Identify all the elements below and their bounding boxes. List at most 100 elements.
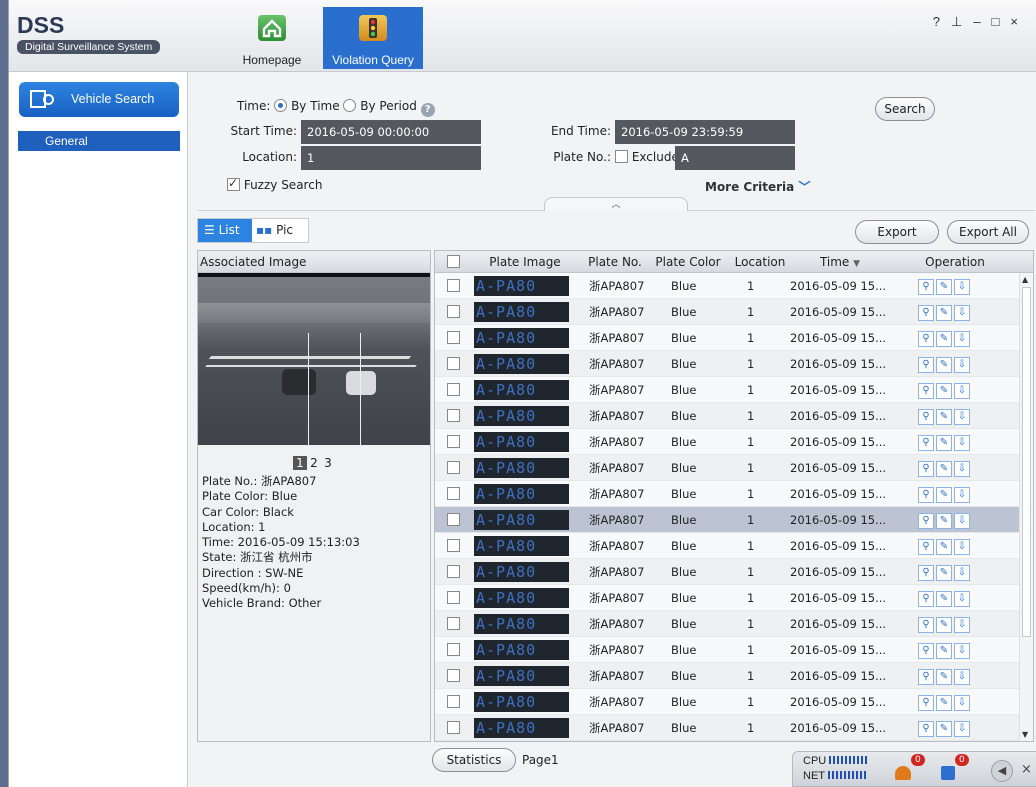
table-row[interactable]: A-PA80 浙APA807 Blue 1 2016-05-09 15... ⚲ ✎ ⇩ — [435, 689, 1019, 715]
export-button[interactable]: Export — [855, 220, 939, 244]
view-icon[interactable]: ⚲ — [918, 409, 934, 425]
edit-icon[interactable]: ✎ — [936, 669, 952, 685]
table-row[interactable]: A-PA80 浙APA807 Blue 1 2016-05-09 15... ⚲ ✎ ⇩ — [435, 377, 1019, 403]
maximize-button[interactable]: □ — [992, 14, 1011, 29]
download-icon[interactable]: ⇩ — [954, 695, 970, 711]
view-icon[interactable]: ⚲ — [918, 461, 934, 477]
row-checkbox[interactable] — [447, 539, 460, 552]
image-page-3[interactable]: 3 — [321, 456, 335, 470]
edit-icon[interactable]: ✎ — [936, 305, 952, 321]
tab-violation-query[interactable]: Violation Query — [323, 7, 423, 69]
edit-icon[interactable]: ✎ — [936, 461, 952, 477]
view-icon[interactable]: ⚲ — [918, 721, 934, 737]
download-icon[interactable]: ⇩ — [954, 331, 970, 347]
table-row[interactable]: A-PA80 浙APA807 Blue 1 2016-05-09 15... ⚲ ✎ ⇩ — [435, 273, 1019, 299]
view-icon[interactable]: ⚲ — [918, 383, 934, 399]
more-criteria-link[interactable]: More Criteria ﹀ — [705, 178, 810, 195]
download-icon[interactable]: ⇩ — [954, 617, 970, 633]
download-icon[interactable]: ⇩ — [954, 279, 970, 295]
alarm-icon[interactable] — [895, 766, 911, 780]
download-icon[interactable]: ⇩ — [954, 565, 970, 581]
table-row[interactable]: A-PA80 浙APA807 Blue 1 2016-05-09 15... ⚲ ✎ ⇩ — [435, 429, 1019, 455]
row-checkbox[interactable] — [447, 383, 460, 396]
row-checkbox[interactable] — [447, 513, 460, 526]
scroll-thumb[interactable] — [1022, 287, 1031, 637]
scroll-up-icon[interactable]: ▲ — [1022, 275, 1028, 284]
row-checkbox[interactable] — [447, 669, 460, 682]
download-icon[interactable]: ⇩ — [954, 643, 970, 659]
view-icon[interactable]: ⚲ — [918, 487, 934, 503]
fuzzy-search-checkbox[interactable] — [227, 176, 240, 191]
edit-icon[interactable]: ✎ — [936, 357, 952, 373]
row-checkbox[interactable] — [447, 409, 460, 422]
edit-icon[interactable]: ✎ — [936, 487, 952, 503]
download-icon[interactable]: ⇩ — [954, 409, 970, 425]
download-icon[interactable]: ⇩ — [954, 305, 970, 321]
image-page-1[interactable]: 1 — [293, 456, 307, 470]
statistics-button[interactable]: Statistics — [432, 748, 516, 772]
row-checkbox[interactable] — [447, 643, 460, 656]
col-plate-image[interactable]: Plate Image — [485, 251, 565, 273]
download-icon[interactable]: ⇩ — [954, 539, 970, 555]
row-checkbox[interactable] — [447, 591, 460, 604]
edit-icon[interactable]: ✎ — [936, 695, 952, 711]
view-icon[interactable]: ⚲ — [918, 435, 934, 451]
view-icon[interactable]: ⚲ — [918, 331, 934, 347]
view-icon[interactable]: ⚲ — [918, 565, 934, 581]
scroll-down-icon[interactable]: ▼ — [1022, 730, 1028, 739]
plate-input[interactable]: A — [675, 146, 795, 170]
download-icon[interactable]: ⇩ — [954, 357, 970, 373]
row-checkbox[interactable] — [447, 617, 460, 630]
table-row[interactable]: A-PA80 浙APA807 Blue 1 2016-05-09 15... ⚲ ✎ ⇩ — [435, 325, 1019, 351]
table-row[interactable]: A-PA80 浙APA807 Blue 1 2016-05-09 15... ⚲ ✎ ⇩ — [435, 481, 1019, 507]
row-checkbox[interactable] — [447, 565, 460, 578]
vehicle-search-button[interactable]: Vehicle Search — [19, 82, 179, 117]
table-row[interactable]: A-PA80 浙APA807 Blue 1 2016-05-09 15... ⚲ ✎ ⇩ — [435, 299, 1019, 325]
download-icon[interactable]: ⇩ — [954, 513, 970, 529]
table-row[interactable]: A-PA80 浙APA807 Blue 1 2016-05-09 15... ⚲ ✎ ⇩ — [435, 507, 1019, 533]
view-icon[interactable]: ⚲ — [918, 305, 934, 321]
download-icon[interactable]: ⇩ — [954, 383, 970, 399]
col-location[interactable]: Location — [729, 251, 791, 273]
export-all-button[interactable]: Export All — [947, 220, 1029, 244]
table-row[interactable]: A-PA80 浙APA807 Blue 1 2016-05-09 15... ⚲ ✎ ⇩ — [435, 611, 1019, 637]
close-bar-icon[interactable]: × — [1021, 762, 1032, 777]
edit-icon[interactable]: ✎ — [936, 539, 952, 555]
edit-icon[interactable]: ✎ — [936, 331, 952, 347]
row-checkbox[interactable] — [447, 721, 460, 734]
table-row[interactable]: A-PA80 浙APA807 Blue 1 2016-05-09 15... ⚲ ✎ ⇩ — [435, 637, 1019, 663]
view-icon[interactable]: ⚲ — [918, 591, 934, 607]
pic-view-button[interactable]: ▪▪ Pic — [256, 219, 293, 242]
edit-icon[interactable]: ✎ — [936, 435, 952, 451]
camera-snapshot[interactable] — [198, 273, 430, 445]
edit-icon[interactable]: ✎ — [936, 513, 952, 529]
view-icon[interactable]: ⚲ — [918, 279, 934, 295]
col-plate-color[interactable]: Plate Color — [651, 251, 725, 273]
edit-icon[interactable]: ✎ — [936, 643, 952, 659]
help-button[interactable]: ? — [933, 14, 951, 29]
table-row[interactable]: A-PA80 浙APA807 Blue 1 2016-05-09 15... ⚲ ✎ ⇩ — [435, 585, 1019, 611]
table-row[interactable]: A-PA80 浙APA807 Blue 1 2016-05-09 15... ⚲ ✎ ⇩ — [435, 715, 1019, 741]
table-row[interactable]: A-PA80 浙APA807 Blue 1 2016-05-09 15... ⚲ ✎ ⇩ — [435, 559, 1019, 585]
edit-icon[interactable]: ✎ — [936, 383, 952, 399]
close-button[interactable]: × — [1010, 14, 1029, 29]
edit-icon[interactable]: ✎ — [936, 617, 952, 633]
edit-icon[interactable]: ✎ — [936, 409, 952, 425]
edit-icon[interactable]: ✎ — [936, 279, 952, 295]
download-icon[interactable]: ⇩ — [954, 461, 970, 477]
search-button[interactable]: Search — [875, 97, 935, 121]
download-icon[interactable]: ⇩ — [954, 435, 970, 451]
table-row[interactable]: A-PA80 浙APA807 Blue 1 2016-05-09 15... ⚲ ✎ ⇩ — [435, 455, 1019, 481]
tab-homepage[interactable]: Homepage — [234, 7, 310, 69]
view-icon[interactable]: ⚲ — [918, 617, 934, 633]
download-icon[interactable]: ⇩ — [954, 669, 970, 685]
list-view-button[interactable]: ☰ List — [198, 219, 252, 242]
sidebar-item-general[interactable]: General — [18, 131, 180, 151]
row-checkbox[interactable] — [447, 305, 460, 318]
download-icon[interactable]: ⇩ — [954, 487, 970, 503]
col-plate-no[interactable]: Plate No. — [583, 251, 647, 273]
message-icon[interactable] — [941, 766, 955, 780]
speaker-icon[interactable]: ◀ — [991, 760, 1013, 782]
view-icon[interactable]: ⚲ — [918, 513, 934, 529]
row-checkbox[interactable] — [447, 695, 460, 708]
